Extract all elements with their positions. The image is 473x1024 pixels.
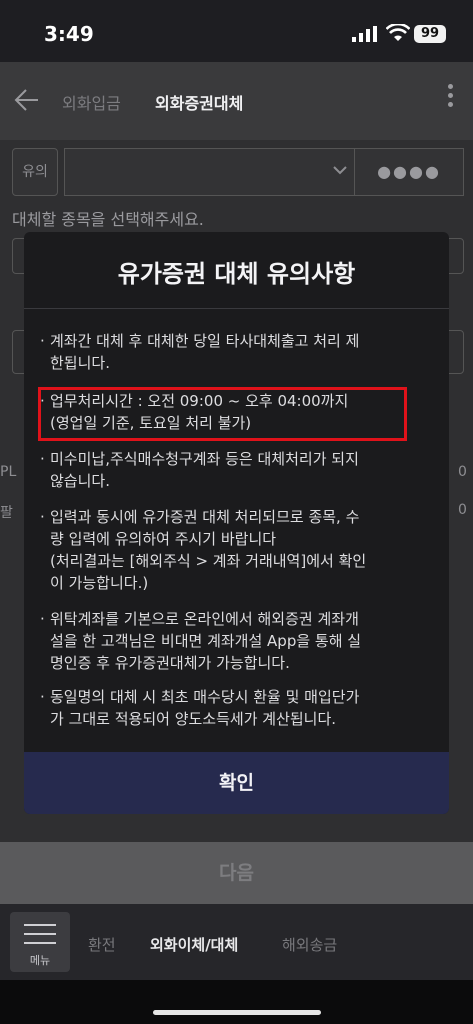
battery-indicator: 99 [414, 25, 446, 43]
status-bar: 3:49 99 [0, 0, 473, 62]
more-options-icon[interactable] [448, 84, 454, 111]
notice-item: · 미수미납,주식매수청구계좌 등은 대체처리가 되지 않습니다. [40, 448, 410, 492]
account-type-label: 유의 [12, 148, 58, 196]
app-header: 외화입금 외화증권대체 [0, 62, 473, 140]
notice-item: · 위탁계좌를 기본으로 온라인에서 해외증권 계좌개 설을 한 고객님은 비대면… [40, 608, 410, 674]
notice-text: 동일명의 대체 시 최초 매수당시 환율 및 매입단가 가 그대로 적용되어 양… [50, 688, 360, 728]
hamburger-icon [24, 924, 56, 951]
confirm-button[interactable]: 확인 [24, 752, 449, 814]
menu-label: 메뉴 [29, 954, 51, 967]
home-indicator [153, 1010, 321, 1015]
tab-securities-transfer[interactable]: 외화증권대체 [155, 90, 243, 114]
notice-text: 위탁계좌를 기본으로 온라인에서 해외증권 계좌개 설을 한 고객님은 비대면 … [50, 610, 362, 672]
pl-label: PL [0, 464, 17, 480]
nav-item-transfer[interactable]: 외화이체/대체 [150, 934, 238, 955]
back-arrow-icon[interactable] [12, 86, 40, 114]
modal-divider [24, 308, 449, 309]
sell-value: 0 [458, 502, 467, 518]
cellular-signal-icon [352, 26, 377, 42]
status-time: 3:49 [44, 22, 94, 46]
notice-item: · 동일명의 대체 시 최초 매수당시 환율 및 매입단가 가 그대로 적용되어 … [40, 686, 410, 730]
notice-text: 입력과 동시에 유가증권 대체 처리되므로 종목, 수 량 입력에 유의하여 주… [50, 508, 367, 592]
notice-item: · 입력과 동시에 유가증권 대체 처리되므로 종목, 수 량 입력에 유의하여 … [40, 506, 410, 594]
modal-title: 유가증권 대체 유의사항 [117, 260, 356, 288]
tab-foreign-deposit[interactable]: 외화입금 [62, 90, 121, 114]
account-select[interactable] [64, 148, 356, 196]
notice-modal: 유가증권 대체 유의사항 · 계좌간 대체 후 대체한 당일 타사대체출고 처리 … [24, 232, 449, 814]
nav-item-remittance[interactable]: 해외송금 [282, 934, 337, 955]
menu-button[interactable]: 메뉴 [10, 912, 70, 972]
highlight-box [38, 387, 407, 441]
select-stock-hint: 대체할 종목을 선택해주세요. [12, 210, 204, 229]
nav-item-exchange[interactable]: 환전 [88, 934, 116, 955]
chevron-down-icon [333, 166, 347, 175]
pl-value: 0 [458, 464, 467, 480]
notice-text: 미수미납,주식매수청구계좌 등은 대체처리가 되지 않습니다. [50, 450, 359, 490]
notice-item: · 계좌간 대체 후 대체한 당일 타사대체출고 처리 제 한됩니다. [40, 330, 410, 374]
notice-text: 계좌간 대체 후 대체한 당일 타사대체출고 처리 제 한됩니다. [50, 332, 360, 372]
next-button[interactable]: 다음 [0, 842, 473, 904]
sell-label: 팔 [0, 505, 13, 521]
password-field[interactable]: ●●●● [354, 148, 464, 196]
wifi-icon [386, 24, 410, 41]
